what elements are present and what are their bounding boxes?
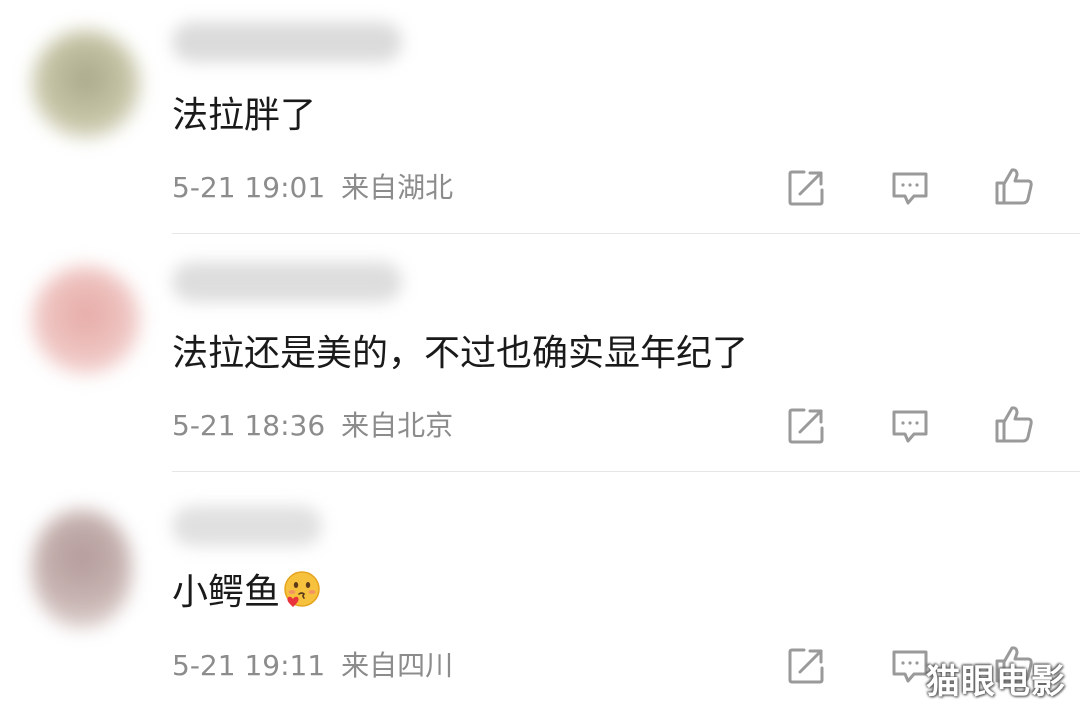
avatar[interactable]	[32, 30, 140, 138]
comment-time: 5-21 18:36	[172, 409, 326, 442]
avatar[interactable]	[32, 266, 140, 374]
comment-location: 来自湖北	[341, 171, 454, 204]
comment-text: 法拉还是美的，不过也确实显年纪了	[172, 333, 749, 374]
comment-item: 法拉胖了 5-21 19:01 来自湖北	[0, 0, 1080, 238]
comment-meta: 5-21 19:01 来自湖北	[172, 170, 453, 206]
comment-list: 法拉胖了 5-21 19:01 来自湖北 法拉还是美的，不过也确实显年纪了 5-…	[0, 0, 1080, 720]
share-icon	[788, 170, 824, 206]
comment-text-content: 小鳄鱼	[172, 572, 281, 613]
comment-text: 小鳄鱼	[172, 570, 322, 621]
share-button[interactable]	[784, 166, 828, 210]
blushing-kiss-emoji-icon	[282, 570, 322, 621]
share-button[interactable]	[784, 404, 828, 448]
comment-item: 小鳄鱼 5-21 19:11 来自四川	[0, 476, 1080, 714]
comment-meta: 5-21 18:36 来自北京	[172, 408, 453, 444]
comment-item: 法拉还是美的，不过也确实显年纪了 5-21 18:36 来自北京	[0, 238, 1080, 476]
username-blurred[interactable]	[172, 262, 402, 302]
divider	[172, 471, 1080, 472]
like-button[interactable]	[992, 402, 1036, 446]
comment-time: 5-21 19:11	[172, 649, 326, 682]
comment-location: 来自四川	[341, 649, 454, 682]
comment-time: 5-21 19:01	[172, 171, 326, 204]
watermark: 猫眼电影	[926, 662, 1066, 702]
username-blurred[interactable]	[172, 22, 402, 62]
reply-button[interactable]	[888, 404, 932, 448]
comment-text: 法拉胖了	[172, 95, 317, 136]
avatar[interactable]	[32, 510, 132, 628]
comment-location: 来自北京	[341, 409, 454, 442]
thumbs-up-icon	[995, 406, 1033, 443]
username-blurred[interactable]	[172, 506, 322, 546]
share-icon	[788, 648, 824, 684]
reply-button[interactable]	[888, 166, 932, 210]
like-button[interactable]	[992, 164, 1036, 208]
share-button[interactable]	[784, 644, 828, 688]
share-icon	[788, 408, 824, 444]
divider	[172, 233, 1080, 234]
comment-icon	[892, 410, 928, 443]
thumbs-up-icon	[995, 168, 1033, 205]
comment-meta: 5-21 19:11 来自四川	[172, 648, 453, 684]
comment-icon	[892, 172, 928, 205]
